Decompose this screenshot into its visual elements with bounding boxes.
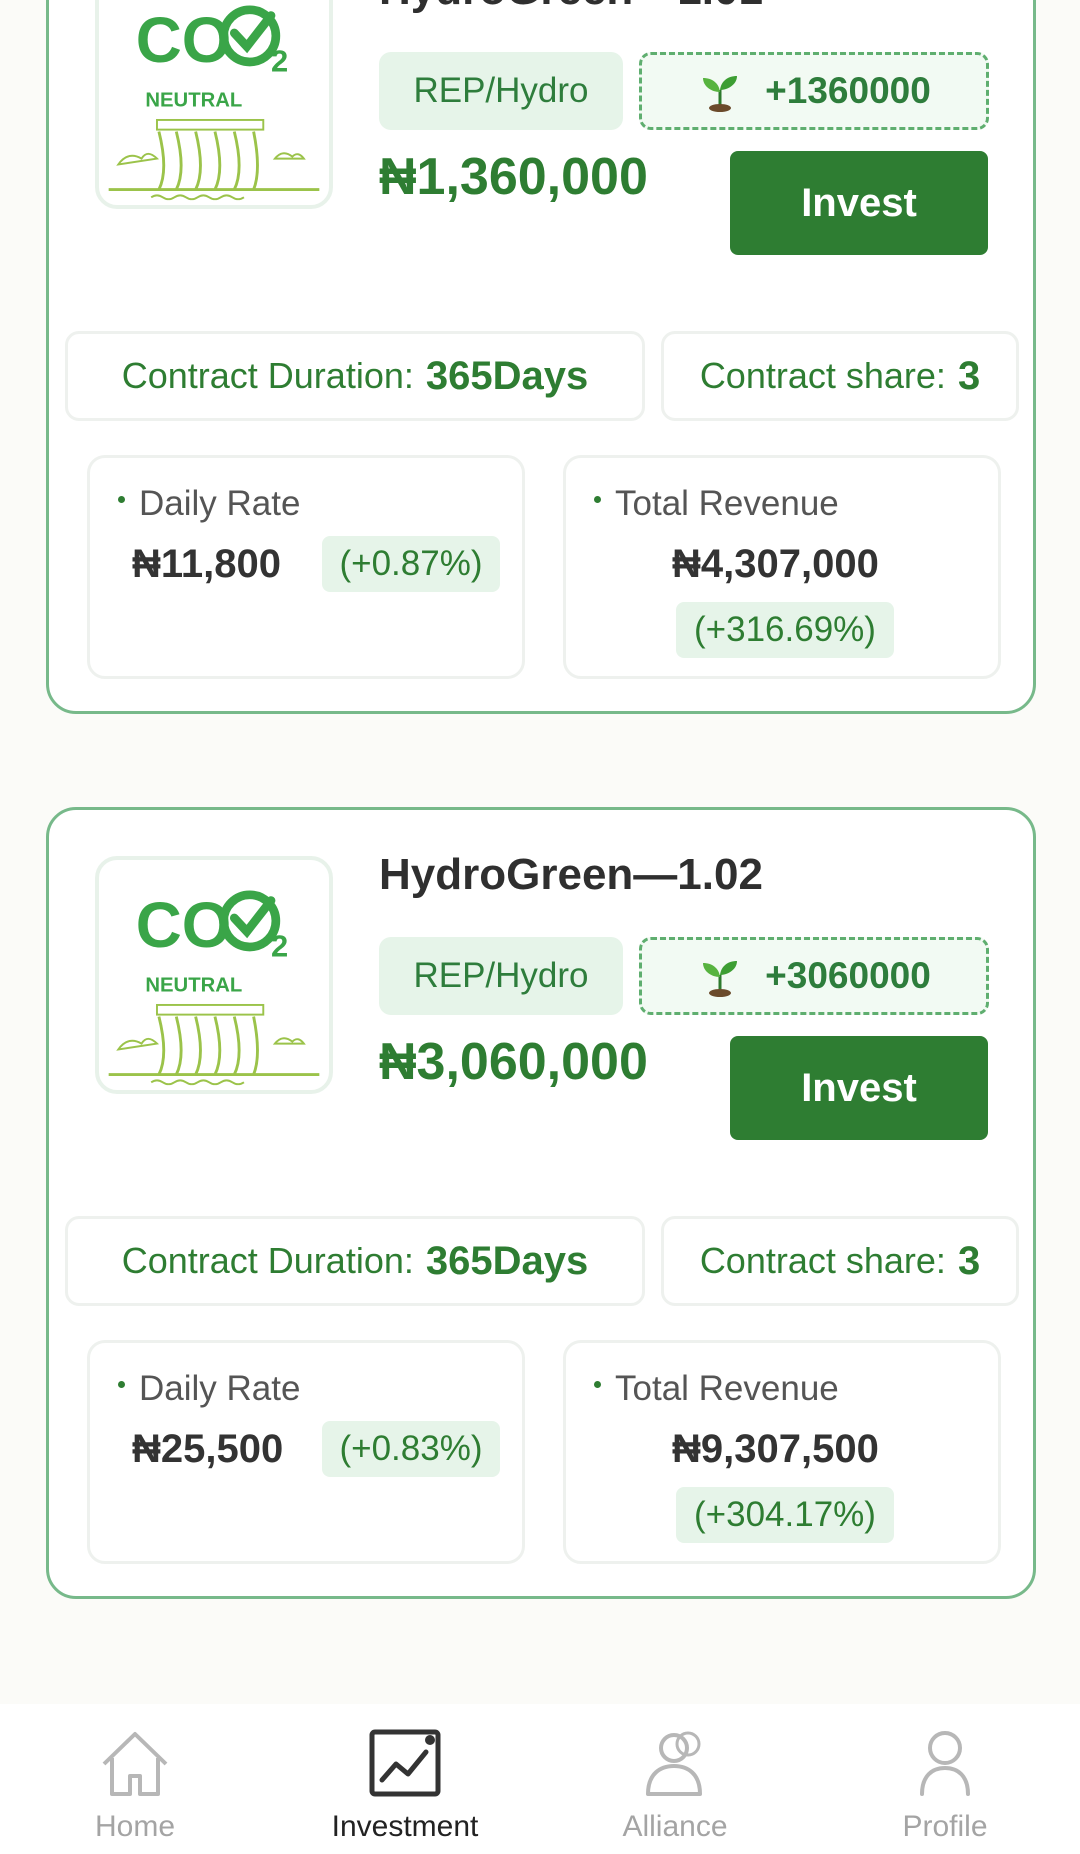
contract-duration-label: Contract Duration: bbox=[121, 1240, 414, 1281]
nav-item-home[interactable]: Home bbox=[0, 1704, 270, 1854]
bullet-dot bbox=[118, 1381, 125, 1389]
total-revenue-label: Total Revenue bbox=[594, 484, 839, 524]
daily-rate-box: Daily Rate ₦11,800 (+0.87%) bbox=[87, 455, 525, 679]
svg-text:2: 2 bbox=[271, 44, 288, 79]
svg-text:CO: CO bbox=[136, 889, 232, 961]
nav-label: Home bbox=[94, 1810, 176, 1843]
contract-share-value: 3 bbox=[957, 1238, 981, 1283]
contract-share-label: Contract share: bbox=[699, 1240, 946, 1281]
reward-badge: +3060000 bbox=[639, 937, 989, 1015]
sprout-icon bbox=[697, 68, 743, 114]
contract-share-label: Contract share: bbox=[699, 355, 946, 396]
product-price: ₦3,060,000 bbox=[379, 1033, 648, 1091]
reward-amount: +3060000 bbox=[765, 955, 931, 996]
total-revenue-change: (+316.69%) bbox=[676, 602, 894, 658]
nav-label: Investment bbox=[331, 1810, 479, 1843]
svg-text:NEUTRAL: NEUTRAL bbox=[145, 89, 242, 111]
sprout-icon bbox=[697, 953, 743, 999]
product-type-tag: REP/Hydro bbox=[379, 937, 623, 1015]
contract-duration: Contract Duration: 365Days bbox=[65, 1216, 645, 1306]
co2-neutral-hydro-logo: CO 2 NEUTRAL bbox=[95, 0, 333, 209]
bullet-dot bbox=[118, 496, 125, 504]
daily-rate-change: (+0.83%) bbox=[322, 1421, 500, 1477]
daily-rate-label: Daily Rate bbox=[118, 1369, 300, 1409]
co2-neutral-hydro-logo: CO 2 NEUTRAL bbox=[95, 856, 333, 1094]
contract-duration-value: 365Days bbox=[425, 353, 589, 398]
total-revenue-box: Total Revenue ₦9,307,500 (+304.17%) bbox=[563, 1340, 1001, 1564]
svg-text:CO: CO bbox=[136, 4, 232, 76]
product-card: CO 2 NEUTRAL HydroGreen—1.02 REP/Hydro +… bbox=[46, 807, 1036, 1599]
nav-item-alliance[interactable]: Alliance bbox=[540, 1704, 810, 1854]
contract-share: Contract share: 3 bbox=[661, 331, 1019, 421]
contract-share-value: 3 bbox=[957, 353, 981, 398]
daily-rate-value: ₦25,500 bbox=[132, 1427, 284, 1471]
product-type-tag: REP/Hydro bbox=[379, 52, 623, 130]
total-revenue-change: (+304.17%) bbox=[676, 1487, 894, 1543]
bottom-navigation: Home Investment Alliance Profile bbox=[0, 1704, 1080, 1854]
contract-share: Contract share: 3 bbox=[661, 1216, 1019, 1306]
daily-rate-change: (+0.87%) bbox=[322, 536, 500, 592]
svg-text:2: 2 bbox=[271, 929, 288, 964]
nav-item-investment[interactable]: Investment bbox=[270, 1704, 540, 1854]
total-revenue-value: ₦4,307,000 bbox=[672, 542, 879, 586]
svg-text:NEUTRAL: NEUTRAL bbox=[145, 974, 242, 996]
product-price: ₦1,360,000 bbox=[379, 148, 648, 206]
product-title: HydroGreen—1.01 bbox=[379, 0, 763, 15]
invest-button[interactable]: Invest bbox=[730, 1036, 988, 1140]
nav-label: Profile bbox=[902, 1810, 988, 1843]
contract-duration: Contract Duration: 365Days bbox=[65, 331, 645, 421]
total-revenue-label: Total Revenue bbox=[594, 1369, 839, 1409]
product-card: CO 2 NEUTRAL HydroGreen—1.01 REP/Hydro +… bbox=[46, 0, 1036, 714]
nav-item-profile[interactable]: Profile bbox=[810, 1704, 1080, 1854]
daily-rate-label: Daily Rate bbox=[118, 484, 300, 524]
total-revenue-box: Total Revenue ₦4,307,000 (+316.69%) bbox=[563, 455, 1001, 679]
total-revenue-value: ₦9,307,500 bbox=[672, 1427, 879, 1471]
alliance-people-icon bbox=[636, 1724, 714, 1802]
profile-person-icon bbox=[906, 1724, 984, 1802]
reward-badge: +1360000 bbox=[639, 52, 989, 130]
daily-rate-value: ₦11,800 bbox=[132, 542, 282, 586]
home-icon bbox=[96, 1724, 174, 1802]
product-title: HydroGreen—1.02 bbox=[379, 850, 763, 899]
contract-duration-value: 365Days bbox=[425, 1238, 589, 1283]
investment-chart-icon bbox=[366, 1724, 444, 1802]
reward-amount: +1360000 bbox=[765, 70, 931, 111]
invest-button[interactable]: Invest bbox=[730, 151, 988, 255]
nav-label: Alliance bbox=[622, 1810, 728, 1843]
daily-rate-box: Daily Rate ₦25,500 (+0.83%) bbox=[87, 1340, 525, 1564]
bullet-dot bbox=[594, 496, 601, 504]
bullet-dot bbox=[594, 1381, 601, 1389]
contract-duration-label: Contract Duration: bbox=[121, 355, 414, 396]
